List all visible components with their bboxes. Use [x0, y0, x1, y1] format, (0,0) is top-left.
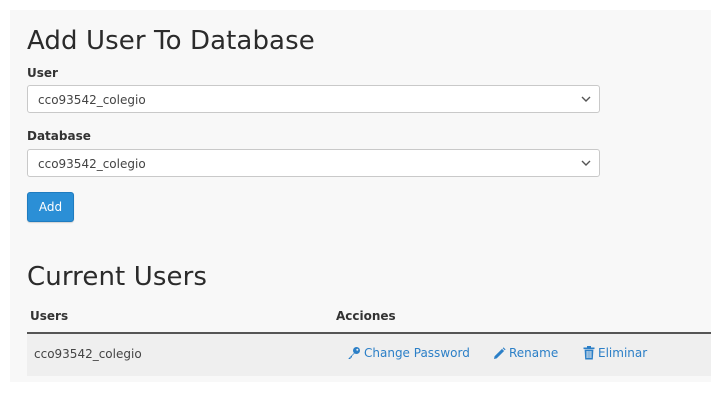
database-select[interactable]: cco93542_colegio [27, 149, 600, 177]
current-users-title: Current Users [27, 262, 208, 292]
user-select-value: cco93542_colegio [38, 93, 146, 107]
pencil-icon [494, 346, 506, 359]
table-row: cco93542_colegio Change Password Rename [27, 334, 711, 376]
database-select-value: cco93542_colegio [38, 157, 146, 171]
users-table-header: Users Acciones [27, 306, 711, 334]
column-header-users: Users [30, 309, 69, 323]
database-label: Database [27, 129, 91, 143]
key-icon [348, 347, 360, 359]
delete-label: Eliminar [598, 346, 648, 360]
change-password-link[interactable]: Change Password [347, 346, 470, 360]
user-label: User [27, 66, 58, 80]
rename-label: Rename [509, 346, 559, 360]
add-button[interactable]: Add [27, 192, 74, 222]
chevron-down-icon [581, 160, 591, 166]
user-name-cell: cco93542_colegio [34, 347, 142, 361]
delete-link[interactable]: Eliminar [583, 346, 647, 360]
trash-icon [583, 346, 595, 360]
change-password-label: Change Password [364, 346, 470, 360]
add-user-title: Add User To Database [27, 26, 315, 56]
content-panel: Add User To Database User cco93542_coleg… [10, 10, 711, 382]
chevron-down-icon [581, 96, 591, 102]
user-select[interactable]: cco93542_colegio [27, 85, 600, 113]
rename-link[interactable]: Rename [493, 346, 558, 360]
column-header-actions: Acciones [336, 309, 396, 323]
